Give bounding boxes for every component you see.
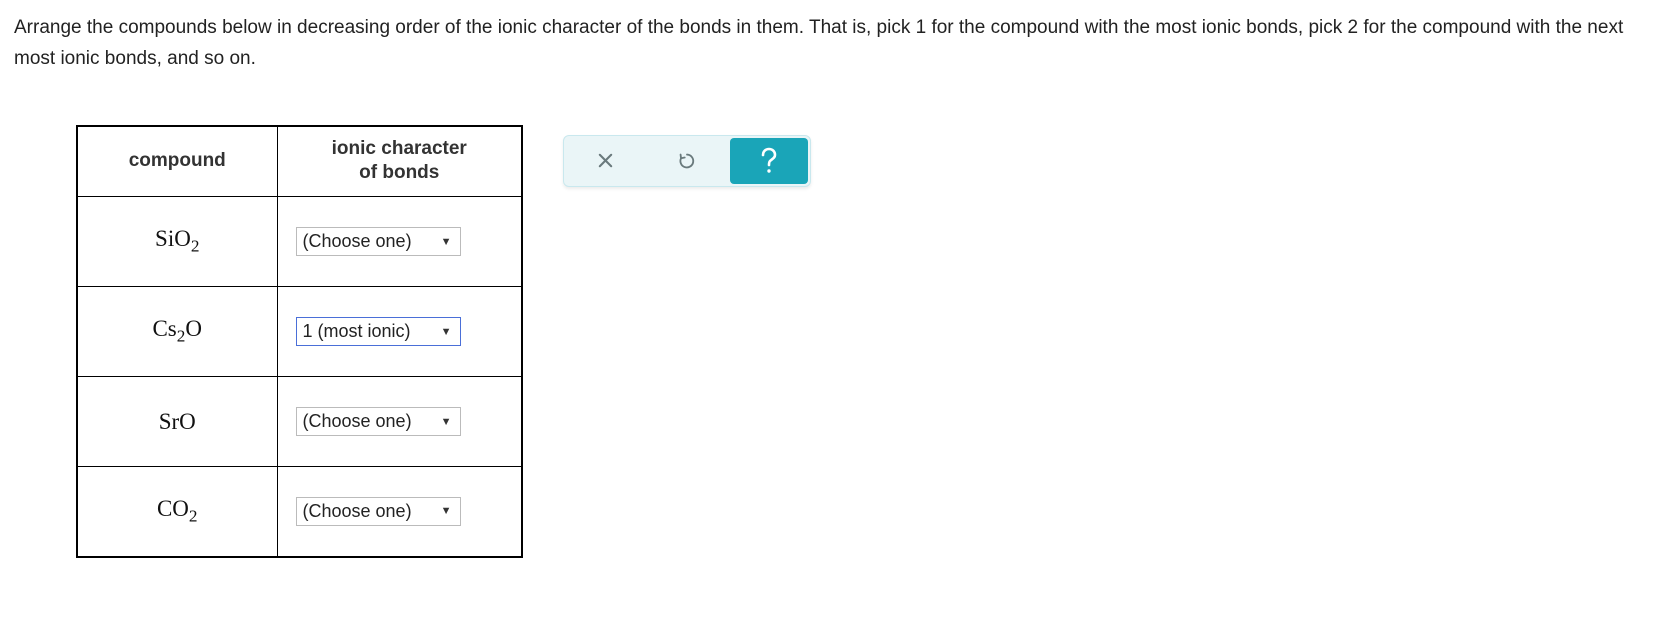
compound-cell: CO2: [77, 467, 277, 557]
reset-button[interactable]: [646, 136, 728, 186]
select-label: (Choose one): [303, 231, 412, 252]
header-ionic: ionic characterof bonds: [277, 126, 522, 197]
select-cell: (Choose one) ▼: [277, 377, 522, 467]
table-row: CO2 (Choose one) ▼: [77, 467, 522, 557]
ionic-select[interactable]: (Choose one) ▼: [296, 407, 461, 436]
clear-button[interactable]: [564, 136, 646, 186]
question-icon: [758, 146, 780, 176]
header-compound: compound: [77, 126, 277, 197]
table-body: SiO2 (Choose one) ▼ Cs2O 1 (most ionic) ▼ SrO (…: [77, 197, 522, 557]
ionic-select[interactable]: (Choose one) ▼: [296, 227, 461, 256]
compound-formula: CO2: [157, 496, 198, 521]
table-row: Cs2O 1 (most ionic) ▼: [77, 287, 522, 377]
compound-formula: SrO: [159, 409, 196, 434]
select-label: (Choose one): [303, 501, 412, 522]
compound-cell: Cs2O: [77, 287, 277, 377]
select-cell: (Choose one) ▼: [277, 197, 522, 287]
toolbar: [563, 135, 811, 187]
help-button[interactable]: [730, 138, 808, 184]
chevron-down-icon: ▼: [441, 505, 452, 517]
chevron-down-icon: ▼: [441, 236, 452, 248]
compound-cell: SiO2: [77, 197, 277, 287]
table-row: SrO (Choose one) ▼: [77, 377, 522, 467]
select-cell: 1 (most ionic) ▼: [277, 287, 522, 377]
content-row: compound ionic characterof bonds SiO2 (Ch…: [14, 125, 1663, 558]
select-label: 1 (most ionic): [303, 321, 411, 342]
compound-formula: Cs2O: [152, 316, 202, 341]
chevron-down-icon: ▼: [441, 416, 452, 428]
compound-cell: SrO: [77, 377, 277, 467]
question-text: Arrange the compounds below in decreasin…: [14, 12, 1663, 75]
ionic-select[interactable]: (Choose one) ▼: [296, 497, 461, 526]
close-icon: [596, 151, 615, 170]
table-row: SiO2 (Choose one) ▼: [77, 197, 522, 287]
undo-icon: [676, 150, 698, 172]
ionic-select[interactable]: 1 (most ionic) ▼: [296, 317, 461, 346]
compound-table: compound ionic characterof bonds SiO2 (Ch…: [76, 125, 523, 558]
select-label: (Choose one): [303, 411, 412, 432]
compound-formula: SiO2: [155, 226, 199, 251]
chevron-down-icon: ▼: [441, 326, 452, 338]
select-cell: (Choose one) ▼: [277, 467, 522, 557]
